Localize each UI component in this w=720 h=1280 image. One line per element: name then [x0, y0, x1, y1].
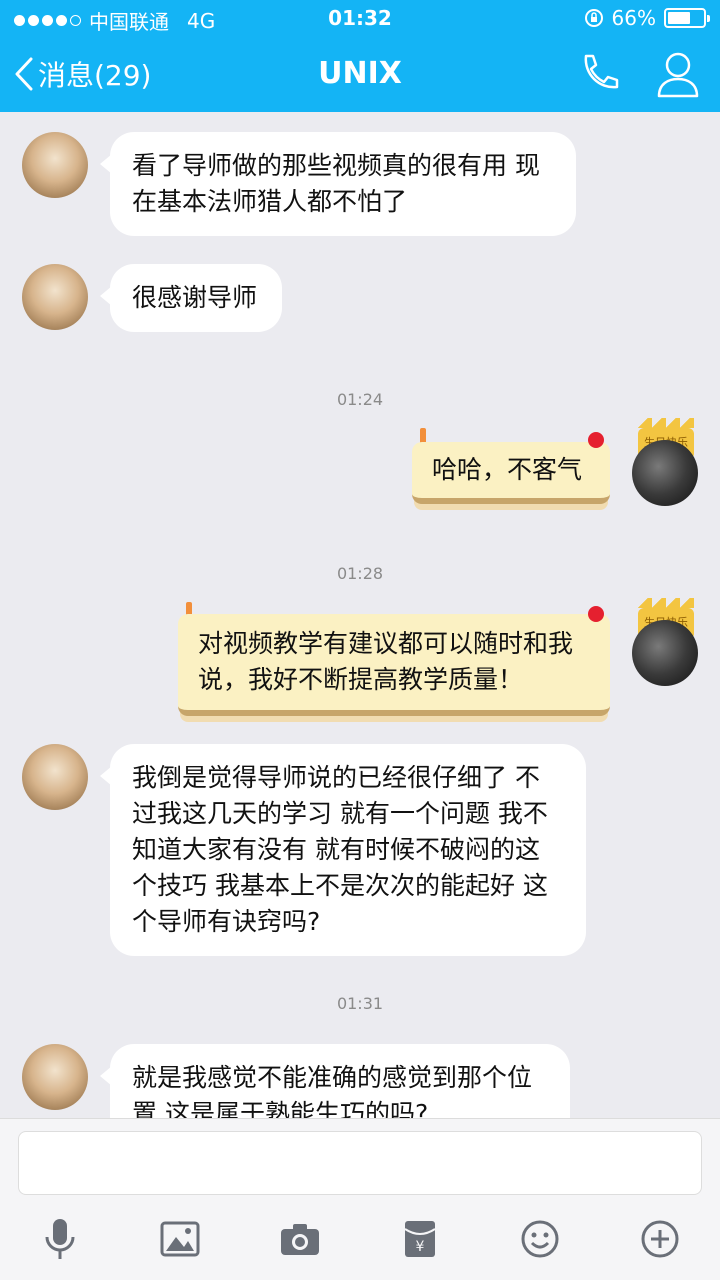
- message-bubble[interactable]: 很感谢导师: [100, 264, 282, 332]
- message-line: 知道大家有没有 就有时候不破闷的这: [132, 835, 540, 864]
- phone-icon[interactable]: [576, 50, 620, 94]
- timestamp: 01:24: [336, 390, 384, 409]
- avatar-sender[interactable]: [22, 264, 88, 330]
- message-line: 很感谢导师: [132, 283, 258, 312]
- profile-icon[interactable]: [656, 50, 700, 98]
- battery-icon: [664, 8, 710, 28]
- microphone-icon[interactable]: [37, 1216, 83, 1262]
- avatar-me[interactable]: [632, 440, 698, 506]
- message-bubble-sent[interactable]: 对视频教学有建议都可以随时和我 说，我好不断提高教学质量！: [178, 614, 610, 716]
- message-line: 看了导师做的那些视频真的很有用 现: [132, 151, 540, 180]
- message-bubble[interactable]: 就是我感觉不能准确的感觉到那个位 置 这是属于熟能生巧的吗?: [100, 1044, 570, 1118]
- cherry-decoration: [588, 432, 604, 448]
- message-input[interactable]: [18, 1131, 702, 1195]
- emoji-icon[interactable]: [517, 1216, 563, 1262]
- message-line: 说，我好不断提高教学质量！: [198, 665, 524, 694]
- top-bar: 中国联通 4G 01:32 66% 消息(29) UNIX: [0, 0, 720, 112]
- message-bubble[interactable]: 看了导师做的那些视频真的很有用 现 在基本法师猎人都不怕了: [100, 132, 576, 236]
- nav-bar: 消息(29) UNIX: [0, 36, 720, 112]
- message-line: 哈哈，不客气: [432, 455, 583, 484]
- battery-percent: 66%: [611, 6, 656, 30]
- avatar-sender[interactable]: [22, 744, 88, 810]
- orientation-lock-icon: [584, 9, 603, 27]
- message-line: 个技巧 我基本上不是次次的能起好 这: [132, 871, 548, 900]
- timestamp: 01:31: [336, 994, 384, 1013]
- message-line: 就是我感觉不能准确的感觉到那个位: [132, 1063, 533, 1092]
- message-line: 在基本法师猎人都不怕了: [132, 187, 408, 216]
- message-line: 我倒是觉得导师说的已经很仔细了 不: [132, 763, 540, 792]
- status-right: 66%: [584, 6, 710, 30]
- message-line: 对视频教学有建议都可以随时和我: [198, 629, 574, 658]
- svg-text:¥: ¥: [416, 1239, 425, 1255]
- image-icon[interactable]: [157, 1216, 203, 1262]
- message-line: 置 这是属于熟能生巧的吗?: [132, 1099, 429, 1118]
- avatar-sender[interactable]: [22, 132, 88, 198]
- message-line: 过我这几天的学习 就有一个问题 我不: [132, 799, 548, 828]
- chat-area[interactable]: 看了导师做的那些视频真的很有用 现 在基本法师猎人都不怕了 很感谢导师 01:2…: [0, 112, 720, 1118]
- composer-toolbar: ¥: [0, 1209, 720, 1269]
- avatar-me[interactable]: [632, 620, 698, 686]
- cherry-decoration: [588, 606, 604, 622]
- timestamp: 01:28: [336, 564, 384, 583]
- camera-icon[interactable]: [277, 1216, 323, 1262]
- header-actions: [576, 50, 700, 98]
- plus-icon[interactable]: [637, 1216, 683, 1262]
- composer: ¥: [0, 1118, 720, 1280]
- message-bubble-sent[interactable]: 哈哈，不客气: [412, 442, 610, 504]
- red-packet-icon[interactable]: ¥: [397, 1216, 443, 1262]
- status-bar: 中国联通 4G 01:32 66%: [0, 0, 720, 36]
- message-line: 个导师有诀窍吗?: [132, 907, 321, 936]
- avatar-sender[interactable]: [22, 1044, 88, 1110]
- message-bubble[interactable]: 我倒是觉得导师说的已经很仔细了 不 过我这几天的学习 就有一个问题 我不 知道大…: [100, 744, 586, 956]
